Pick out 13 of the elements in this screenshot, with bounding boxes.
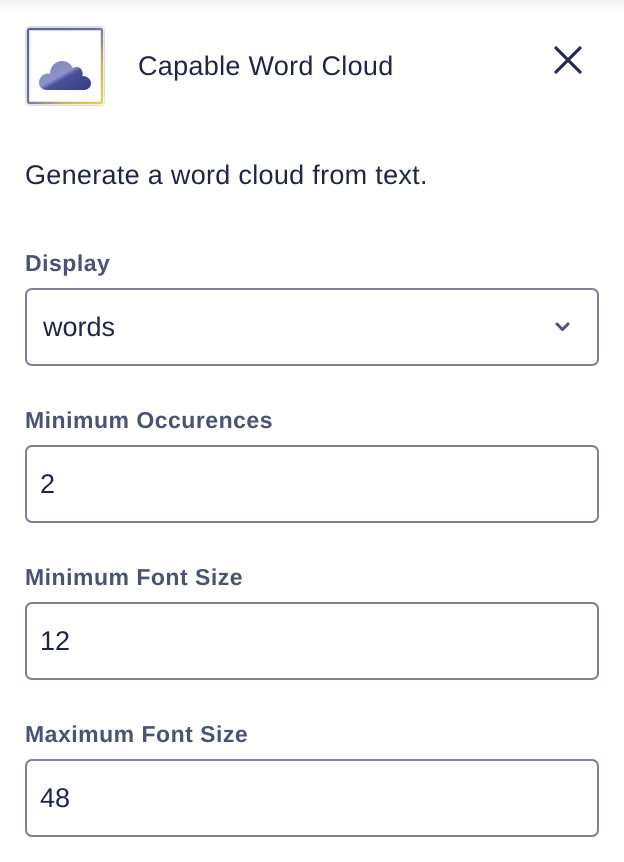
field-label: Minimum Font Size: [25, 563, 244, 591]
plugin-description: Generate a word cloud from text.: [25, 159, 429, 192]
field-label: Display: [25, 249, 112, 277]
number-input[interactable]: 12: [25, 602, 599, 680]
number-input[interactable]: 48: [25, 759, 599, 837]
number-input[interactable]: 2: [25, 445, 599, 523]
close-icon: [553, 45, 583, 75]
cloud-logo-icon: [25, 26, 105, 106]
chevron-down-icon: [555, 322, 570, 332]
field-label: Maximum Font Size: [25, 720, 250, 748]
field-label: Minimum Occurences: [25, 406, 274, 434]
plugin-title: Capable Word Cloud: [138, 50, 395, 83]
dropdown-select[interactable]: words: [25, 288, 599, 366]
